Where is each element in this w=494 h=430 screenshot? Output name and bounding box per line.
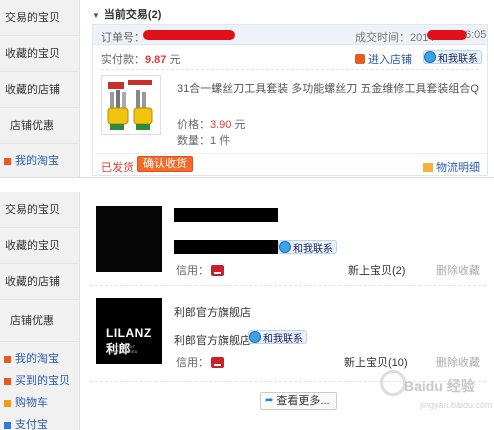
shop-name-link[interactable]: 利郎官方旗舰店 [174,304,251,320]
qty-value: 1 [210,135,217,147]
contact-label: 和我联系 [293,243,333,255]
product-quantity: 数量：1 件 [177,132,230,148]
shop-logo-redacted[interactable] [96,206,162,272]
sidebar-item-shop-coupons[interactable]: 店铺优惠 [0,300,79,342]
contact-label: 和我联系 [263,333,303,345]
logistics-label: 物流明细 [436,162,480,174]
paid-amount: 9.87 [145,54,167,66]
sidebar-link-my-taobao[interactable]: 我的淘宝 [0,348,79,370]
credit-crown-icon [211,264,224,276]
sidebar-link-my-taobao[interactable]: 我的淘宝 [0,150,79,172]
wangwang-icon [424,51,436,63]
sidebar-item-traded-items[interactable]: 交易的宝贝 [0,0,79,36]
sidebar-link-label: 我的淘宝 [15,155,59,167]
product-thumbnail[interactable] [101,75,161,135]
qty-label: 数量： [177,135,210,147]
price-label: 价格： [177,119,210,131]
deal-time-end: 6:05 [465,29,487,41]
product-name-link[interactable]: 31合一螺丝刀工具套装 多功能螺丝刀 五金维修工具套装组合Q [177,80,479,96]
seller-name-redaction [174,240,278,254]
shop-icon [355,54,365,64]
order-divider [101,69,479,70]
shop-row: 和我联系 信用： 新上宝贝(2) 删除收藏 [90,200,486,286]
sidebar-link-label: 买到的宝贝 [15,375,70,387]
paid-unit: 元 [169,54,181,66]
sidebar-item-favorite-shops[interactable]: 收藏的店铺 [0,72,79,108]
product-price: 价格：3.90 元 [177,116,245,132]
credit-label: 信用： [176,265,209,277]
watermark-subtext: jingyan.baidu.com [420,400,493,410]
screwdriver-set-image [102,76,160,134]
credit-crown-icon [211,356,224,368]
credit-label: 信用： [176,357,209,369]
cart-icon [4,399,11,407]
price-unit: 元 [234,119,246,131]
sidebar-link-label: 支付宝 [15,419,48,430]
paid-label: 实付款： [101,54,145,66]
order-header-bar: 订单号： 成交时间：2014- 6:05 [93,25,487,45]
qty-unit: 件 [219,135,231,147]
sidebar-item-traded-items[interactable]: 交易的宝贝 [0,192,79,228]
bought-items-icon [4,377,11,385]
order-number-redaction [143,30,235,40]
alipay-icon [4,421,11,429]
deal-time-label: 成交时间：2014- [355,32,439,44]
contact-seller-button[interactable]: 和我联系 [248,330,307,345]
deal-time-redaction [427,30,467,40]
order-card: 订单号： 成交时间：2014- 6:05 实付款：9.87 元 进入店铺 和我联… [92,24,488,176]
my-taobao-icon [4,157,11,165]
top-sidebar: 交易的宝贝 收藏的宝贝 收藏的店铺 店铺优惠 我的淘宝 [0,0,80,177]
see-more-label: 查看更多... [276,395,330,407]
sidebar-item-shop-coupons[interactable]: 店铺优惠 [0,108,79,144]
remove-favorite-link[interactable]: 删除收藏 [436,354,480,370]
sidebar-link-cart[interactable]: 购物车 [0,392,79,414]
seller-name[interactable]: 利郎官方旗舰店 [174,332,251,348]
current-trades-panel: 交易的宝贝 收藏的宝贝 收藏的店铺 店铺优惠 我的淘宝 ▼ 当前交易(2) 订单号… [0,0,494,178]
shop-name-redaction [174,208,278,222]
wangwang-icon [249,331,261,343]
wangwang-icon [279,241,291,253]
collapse-triangle-icon: ▼ [92,11,100,20]
shop-logo[interactable]: LILANZ利郎 SIMPLE NOT SIMPLICATED [96,298,162,364]
logistics-icon [423,162,433,172]
paid-amount-row: 实付款：9.87 元 [101,51,180,67]
current-trades-title: 当前交易(2) [103,9,162,21]
sidebar-item-favorite-items[interactable]: 收藏的宝贝 [0,36,79,72]
sidebar-item-favorite-items[interactable]: 收藏的宝贝 [0,228,79,264]
sidebar-link-alipay[interactable]: 支付宝 [0,414,79,430]
order-footer: 已发货 确认收货 物流明细 [93,153,487,175]
arrow-right-icon: ➦ [265,395,274,406]
panel-gap [0,178,494,192]
confirm-receipt-button[interactable]: 确认收货 [137,156,193,172]
current-trades-main: ▼ 当前交易(2) 订单号： 成交时间：2014- 6:05 实付款：9.87 元… [92,0,494,177]
shop-row: LILANZ利郎 SIMPLE NOT SIMPLICATED 利郎官方旗舰店 … [90,292,486,382]
sidebar-link-label: 我的淘宝 [15,353,59,365]
shop-credit: 信用： [176,354,224,370]
current-trades-heading[interactable]: ▼ 当前交易(2) [92,6,161,22]
new-items-link[interactable]: 新上宝贝(2) [348,262,405,278]
enter-shop-link[interactable]: 进入店铺 [355,51,412,67]
enter-shop-label: 进入店铺 [368,54,412,66]
sidebar-link-bought-items[interactable]: 买到的宝贝 [0,370,79,392]
logistics-details-link[interactable]: 物流明细 [423,159,480,175]
shipping-status: 已发货 [101,162,134,174]
order-number-label: 订单号： [101,32,145,44]
sidebar-link-label: 购物车 [15,397,48,409]
bottom-sidebar: 交易的宝贝 收藏的宝贝 收藏的店铺 店铺优惠 我的淘宝 买到的宝贝 购物车 支付… [0,192,80,430]
watermark-text: Baidu 经验 [404,378,475,394]
remove-favorite-link[interactable]: 删除收藏 [436,262,480,278]
shop-credit: 信用： [176,262,224,278]
contact-seller-button[interactable]: 和我联系 [278,240,337,255]
new-items-link[interactable]: 新上宝贝(10) [344,354,408,370]
contact-seller-button[interactable]: 和我联系 [423,50,482,65]
contact-label: 和我联系 [438,53,478,65]
see-more-button[interactable]: ➦ 查看更多... [260,392,337,410]
watermark-logo-icon [380,370,406,396]
sidebar-item-favorite-shops[interactable]: 收藏的店铺 [0,264,79,300]
logo-subtext: SIMPLE NOT SIMPLICATED [108,344,138,354]
price-value: 3.90 [210,119,232,131]
my-taobao-icon [4,355,11,363]
